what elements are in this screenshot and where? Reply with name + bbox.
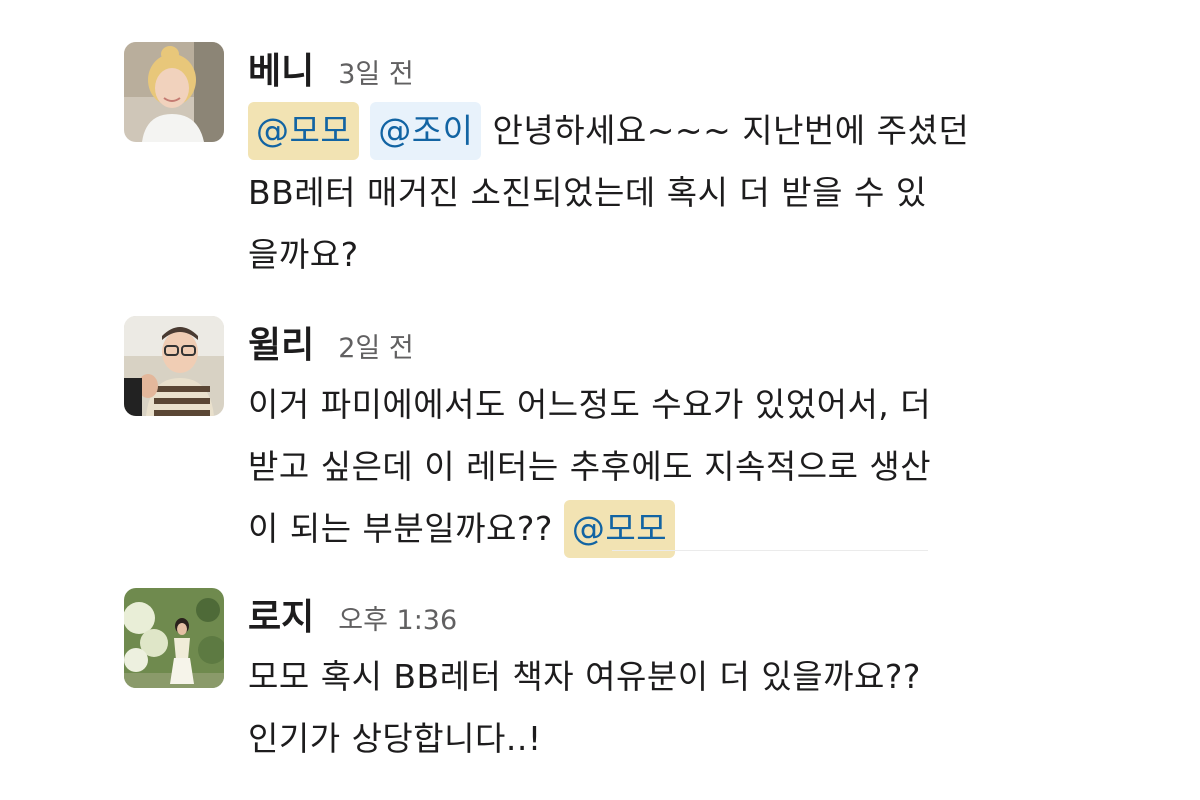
message-text-line: 이 되는 부분일까요?? <box>248 509 553 548</box>
avatar[interactable] <box>124 588 224 688</box>
message-body: 모모 혹시 BB레터 책자 여유분이 더 있을까요?? 인기가 상당합니다..! <box>248 646 1088 770</box>
message-header: 윌리 2일 전 <box>248 316 1088 370</box>
author-name[interactable]: 윌리 <box>248 316 314 368</box>
mention-joy[interactable]: @조이 <box>370 102 482 160</box>
message-text-line: 을까요? <box>248 235 359 274</box>
message-timestamp[interactable]: 2일 전 <box>338 326 413 365</box>
message-timestamp[interactable]: 오후 1:36 <box>338 598 457 637</box>
message-content: 윌리 2일 전 이거 파미에에서도 어느정도 수요가 있었어서, 더 받고 싶은… <box>248 316 1088 560</box>
message-text-line: BB레터 매거진 소진되었는데 혹시 더 받을 수 있 <box>248 173 927 212</box>
message-text-line: 이거 파미에에서도 어느정도 수요가 있었어서, 더 <box>248 385 932 424</box>
message-thread: 베니 3일 전 @모모 @조이 안녕하세요~~~ 지난번에 주셨던 BB레터 매… <box>0 0 1200 800</box>
message-header: 로지 오후 1:36 <box>248 588 1088 642</box>
message-text-line: 모모 혹시 BB레터 책자 여유분이 더 있을까요?? <box>248 657 921 696</box>
message-timestamp[interactable]: 3일 전 <box>338 52 413 91</box>
divider <box>612 550 928 551</box>
avatar[interactable] <box>124 316 224 416</box>
author-name[interactable]: 로지 <box>248 588 314 640</box>
message-text-line: 안녕하세요~~~ 지난번에 주셨던 <box>492 111 970 150</box>
message-text-line: 받고 싶은데 이 레터는 추후에도 지속적으로 생산 <box>248 447 932 486</box>
message-body: @모모 @조이 안녕하세요~~~ 지난번에 주셨던 BB레터 매거진 소진되었는… <box>248 100 1088 286</box>
author-name[interactable]: 베니 <box>248 42 314 94</box>
avatar[interactable] <box>124 42 224 142</box>
message-content: 베니 3일 전 @모모 @조이 안녕하세요~~~ 지난번에 주셨던 BB레터 매… <box>248 42 1088 286</box>
message-text-line: 인기가 상당합니다..! <box>248 719 542 758</box>
message-header: 베니 3일 전 <box>248 42 1088 96</box>
message-body: 이거 파미에에서도 어느정도 수요가 있었어서, 더 받고 싶은데 이 레터는 … <box>248 374 1088 560</box>
message-content: 로지 오후 1:36 모모 혹시 BB레터 책자 여유분이 더 있을까요?? 인… <box>248 588 1088 770</box>
mention-momo[interactable]: @모모 <box>248 102 360 160</box>
